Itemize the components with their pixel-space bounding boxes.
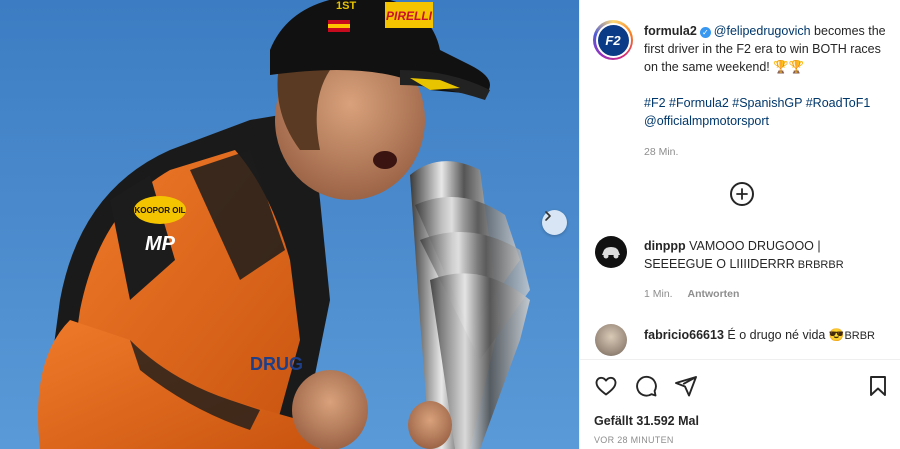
car-icon [602, 247, 620, 259]
cap-badge-text: 1ST [336, 0, 356, 12]
post-photo: KOOPOR OIL MP DRUG PIRELLI 1ST [0, 0, 579, 449]
comment-text: dinppp VAMOOO DRUGOOO | SEEEEGUE O LIIII… [644, 237, 884, 274]
post-age: VOR 28 MINUTEN [594, 435, 674, 445]
comment-username[interactable]: dinppp [644, 239, 686, 253]
comment-avatar[interactable] [595, 236, 627, 268]
author-username[interactable]: formula2 [644, 24, 697, 38]
load-more-comments-button[interactable] [730, 182, 754, 206]
caption-mention-link[interactable]: @felipedrugovich [714, 24, 811, 38]
plus-icon [736, 188, 748, 200]
comment-time: 1 Min. [644, 288, 673, 300]
hashtag-link[interactable]: #RoadToF1 [806, 96, 871, 110]
hashtag-link[interactable]: #F2 [644, 96, 666, 110]
sponsor-koopor: KOOPOR OIL [134, 206, 185, 215]
comment-text: fabricio66613 É o drugo né vida 😎BRBR [644, 326, 884, 345]
sponsor-drug: DRUG [250, 354, 303, 374]
comment-meta: 1 Min. Antworten [644, 288, 751, 300]
sponsor-mp: MP [145, 233, 176, 255]
heart-icon[interactable] [594, 374, 618, 398]
share-icon[interactable] [674, 374, 698, 398]
like-count[interactable]: Gefällt 31.592 Mal [594, 414, 699, 428]
caption-timestamp: 28 Min. [644, 146, 679, 158]
bookmark-icon[interactable] [866, 374, 890, 398]
comment-icon[interactable] [634, 374, 658, 398]
chevron-right-icon [545, 211, 551, 221]
f2-logo: F2 [597, 24, 629, 56]
sunglasses-emoji-icon: 😎 [828, 328, 845, 342]
author-avatar[interactable]: F2 [593, 20, 633, 60]
driver-trophy-photo: KOOPOR OIL MP DRUG PIRELLI 1ST [0, 0, 579, 449]
comment-suffix: BRBR [844, 330, 875, 342]
divider [580, 359, 900, 360]
cap-brand-text: PIRELLI [386, 9, 433, 23]
post-caption: formula2 ✓ @felipedrugovich becomes the fi… [644, 22, 889, 76]
reply-button[interactable]: Antworten [688, 288, 740, 300]
next-photo-button[interactable] [542, 210, 567, 235]
comment-avatar[interactable] [595, 324, 627, 356]
comment-suffix: BRBRBR [794, 259, 844, 271]
post-details-panel: F2 formula2 ✓ @felipedrugovich becomes the… [579, 0, 900, 449]
hashtag-link[interactable]: #SpanishGP [732, 96, 802, 110]
hashtag-link[interactable]: #Formula2 [669, 96, 729, 110]
comment-username[interactable]: fabricio66613 [644, 328, 724, 342]
caption-hashtags: #F2 #Formula2 #SpanishGP #RoadToF1 @offi… [644, 94, 889, 130]
verified-badge-icon: ✓ [699, 27, 711, 38]
comment-body: É o drugo né vida [723, 328, 829, 342]
account-mention-link[interactable]: @officialmpmotorsport [644, 114, 769, 128]
